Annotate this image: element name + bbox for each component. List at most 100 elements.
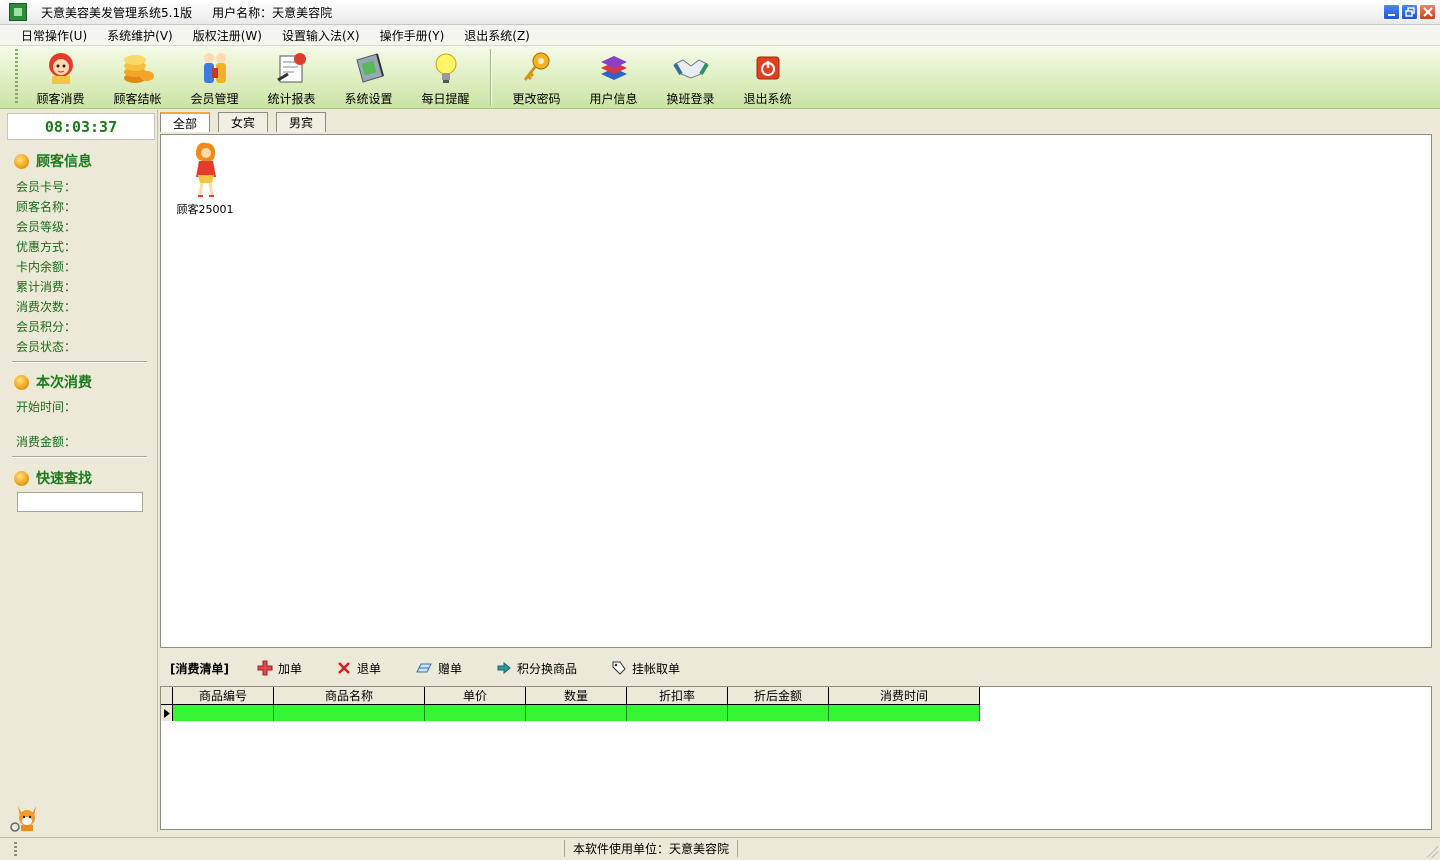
order-grid[interactable]: 商品编号 商品名称 单价 数量 折扣率 折后金额 消费时间: [160, 686, 1432, 830]
gift-icon: [416, 663, 432, 673]
start-time-label: 开始时间：: [16, 400, 77, 414]
toolbar: 顾客消费 顾客结帐 会员管理 统计报表 系统设置 每日提醒 更改密码 用户信息 …: [0, 46, 1440, 109]
menu-bar: 日常操作(U) 系统维护(V) 版权注册(W) 设置输入法(X) 操作手册(Y)…: [0, 25, 1440, 46]
window-title: 天意美容美发管理系统5.1版: [41, 5, 193, 20]
lightbulb-icon: [428, 50, 464, 86]
toolbar-label: 系统设置: [344, 92, 393, 106]
card-balance-label: 卡内余额：: [16, 260, 77, 274]
on-account-button[interactable]: 挂帐取单: [611, 660, 680, 677]
toolbar-shift-login-button[interactable]: 换班登录: [652, 48, 729, 108]
table-cell[interactable]: [728, 705, 829, 721]
left-panel: 08:03:37 顾客信息 会员卡号： 顾客名称： 会员等级： 优惠方式： 卡内…: [4, 110, 158, 832]
toolbar-label: 统计报表: [267, 92, 316, 106]
toolbar-label: 换班登录: [666, 92, 715, 106]
app-icon[interactable]: [9, 3, 27, 21]
col-header-item-code[interactable]: 商品编号: [173, 687, 274, 705]
female-customer-icon: [195, 142, 216, 197]
members-icon: [197, 50, 233, 86]
points-exchange-button[interactable]: 积分换商品: [496, 660, 577, 677]
table-row[interactable]: [161, 705, 980, 721]
member-card-label: 会员卡号：: [16, 180, 77, 194]
customer-card[interactable]: 顾客25001: [173, 141, 237, 217]
tab-all[interactable]: 全部: [160, 112, 211, 132]
customer-info-title: 顾客信息: [36, 154, 92, 170]
orange-bullet-icon: [14, 374, 29, 390]
consumption-amount-label: 消费金额：: [16, 435, 77, 449]
col-header-item-name[interactable]: 商品名称: [274, 687, 425, 705]
add-order-label: 加单: [277, 661, 302, 676]
table-cell[interactable]: [173, 705, 274, 721]
settings-icon: [351, 50, 387, 86]
customer-area: 顾客25001: [160, 134, 1432, 648]
window-user-text: 用户名称：天意美容院: [212, 5, 333, 20]
gift-order-button[interactable]: 赠单: [415, 660, 462, 677]
toolbar-user-info-button[interactable]: 用户信息: [575, 48, 652, 108]
menu-manual[interactable]: 操作手册(Y): [373, 27, 452, 44]
toolbar-checkout-button[interactable]: 顾客结帐: [99, 48, 176, 108]
window-controls: [1383, 4, 1436, 20]
handshake-icon: [672, 50, 709, 86]
order-toolbar: [消费清单] 加单 退单 赠单 积分换商品 挂帐取单: [160, 654, 1432, 682]
quick-search-input[interactable]: [17, 492, 143, 512]
menu-system-maintenance[interactable]: 系统维护(V): [100, 27, 180, 44]
row-pointer-icon: [161, 705, 173, 721]
power-icon: [750, 50, 786, 86]
orange-bullet-icon: [14, 153, 29, 169]
col-header-discounted-amount[interactable]: 折后金额: [728, 687, 829, 705]
gift-order-label: 赠单: [438, 661, 463, 676]
section-divider: [12, 361, 147, 363]
toolbar-label: 每日提醒: [421, 92, 470, 106]
customer-name-label: 顾客名称：: [16, 200, 77, 214]
clock: 08:03:37: [7, 113, 155, 140]
customer-info-header: 顾客信息: [14, 151, 92, 171]
toolbar-label: 更改密码: [512, 92, 561, 106]
col-header-consumption-time[interactable]: 消费时间: [829, 687, 980, 705]
title-bar: 天意美容美发管理系统5.1版 用户名称：天意美容院: [0, 0, 1440, 25]
member-level-label: 会员等级：: [16, 220, 77, 234]
minimize-button[interactable]: [1383, 4, 1400, 20]
close-button[interactable]: [1419, 4, 1436, 20]
coins-checkout-icon: [120, 50, 156, 86]
grid-corner: [161, 687, 173, 705]
col-header-unit-price[interactable]: 单价: [425, 687, 526, 705]
toolbar-settings-button[interactable]: 系统设置: [330, 48, 407, 108]
menu-copyright-registration[interactable]: 版权注册(W): [186, 27, 269, 44]
on-account-label: 挂帐取单: [632, 661, 681, 676]
toolbar-grip[interactable]: [15, 49, 18, 105]
col-header-discount-rate[interactable]: 折扣率: [627, 687, 728, 705]
orange-bullet-icon: [14, 470, 29, 486]
toolbar-change-password-button[interactable]: 更改密码: [498, 48, 575, 108]
menu-input-method[interactable]: 设置输入法(X): [275, 27, 367, 44]
current-consumption-title: 本次消费: [36, 375, 92, 391]
menu-daily-ops[interactable]: 日常操作(U): [14, 27, 94, 44]
table-cell[interactable]: [829, 705, 980, 721]
toolbar-label: 用户信息: [589, 92, 638, 106]
status-text: 本软件使用单位：天意美容院: [564, 840, 739, 857]
add-order-button[interactable]: 加单: [257, 660, 302, 677]
resize-grip-icon[interactable]: [1426, 846, 1438, 858]
table-cell[interactable]: [627, 705, 728, 721]
refund-order-button[interactable]: 退单: [336, 660, 381, 677]
col-header-quantity[interactable]: 数量: [526, 687, 627, 705]
table-cell[interactable]: [526, 705, 627, 721]
order-list-title: [消费清单]: [170, 661, 229, 676]
quick-search-header: 快速查找: [14, 468, 92, 488]
toolbar-customer-consumption-button[interactable]: 顾客消费: [22, 48, 99, 108]
table-cell[interactable]: [274, 705, 425, 721]
grid-header: 商品编号 商品名称 单价 数量 折扣率 折后金额 消费时间: [161, 687, 980, 705]
discount-method-label: 优惠方式：: [16, 240, 77, 254]
tab-male[interactable]: 男宾: [276, 112, 327, 132]
restore-button[interactable]: [1401, 4, 1418, 20]
books-icon: [596, 50, 632, 86]
toolbar-report-button[interactable]: 统计报表: [253, 48, 330, 108]
tab-female[interactable]: 女宾: [218, 112, 269, 132]
toolbar-label: 顾客结帐: [113, 92, 162, 106]
arrow-right-icon: [497, 661, 511, 675]
toolbar-member-management-button[interactable]: 会员管理: [176, 48, 253, 108]
toolbar-exit-button[interactable]: 退出系统: [729, 48, 806, 108]
toolbar-daily-reminder-button[interactable]: 每日提醒: [407, 48, 484, 108]
table-cell[interactable]: [425, 705, 526, 721]
menu-exit[interactable]: 退出系统(Z): [457, 27, 537, 44]
tag-icon: [612, 661, 626, 675]
section-divider: [12, 456, 147, 458]
